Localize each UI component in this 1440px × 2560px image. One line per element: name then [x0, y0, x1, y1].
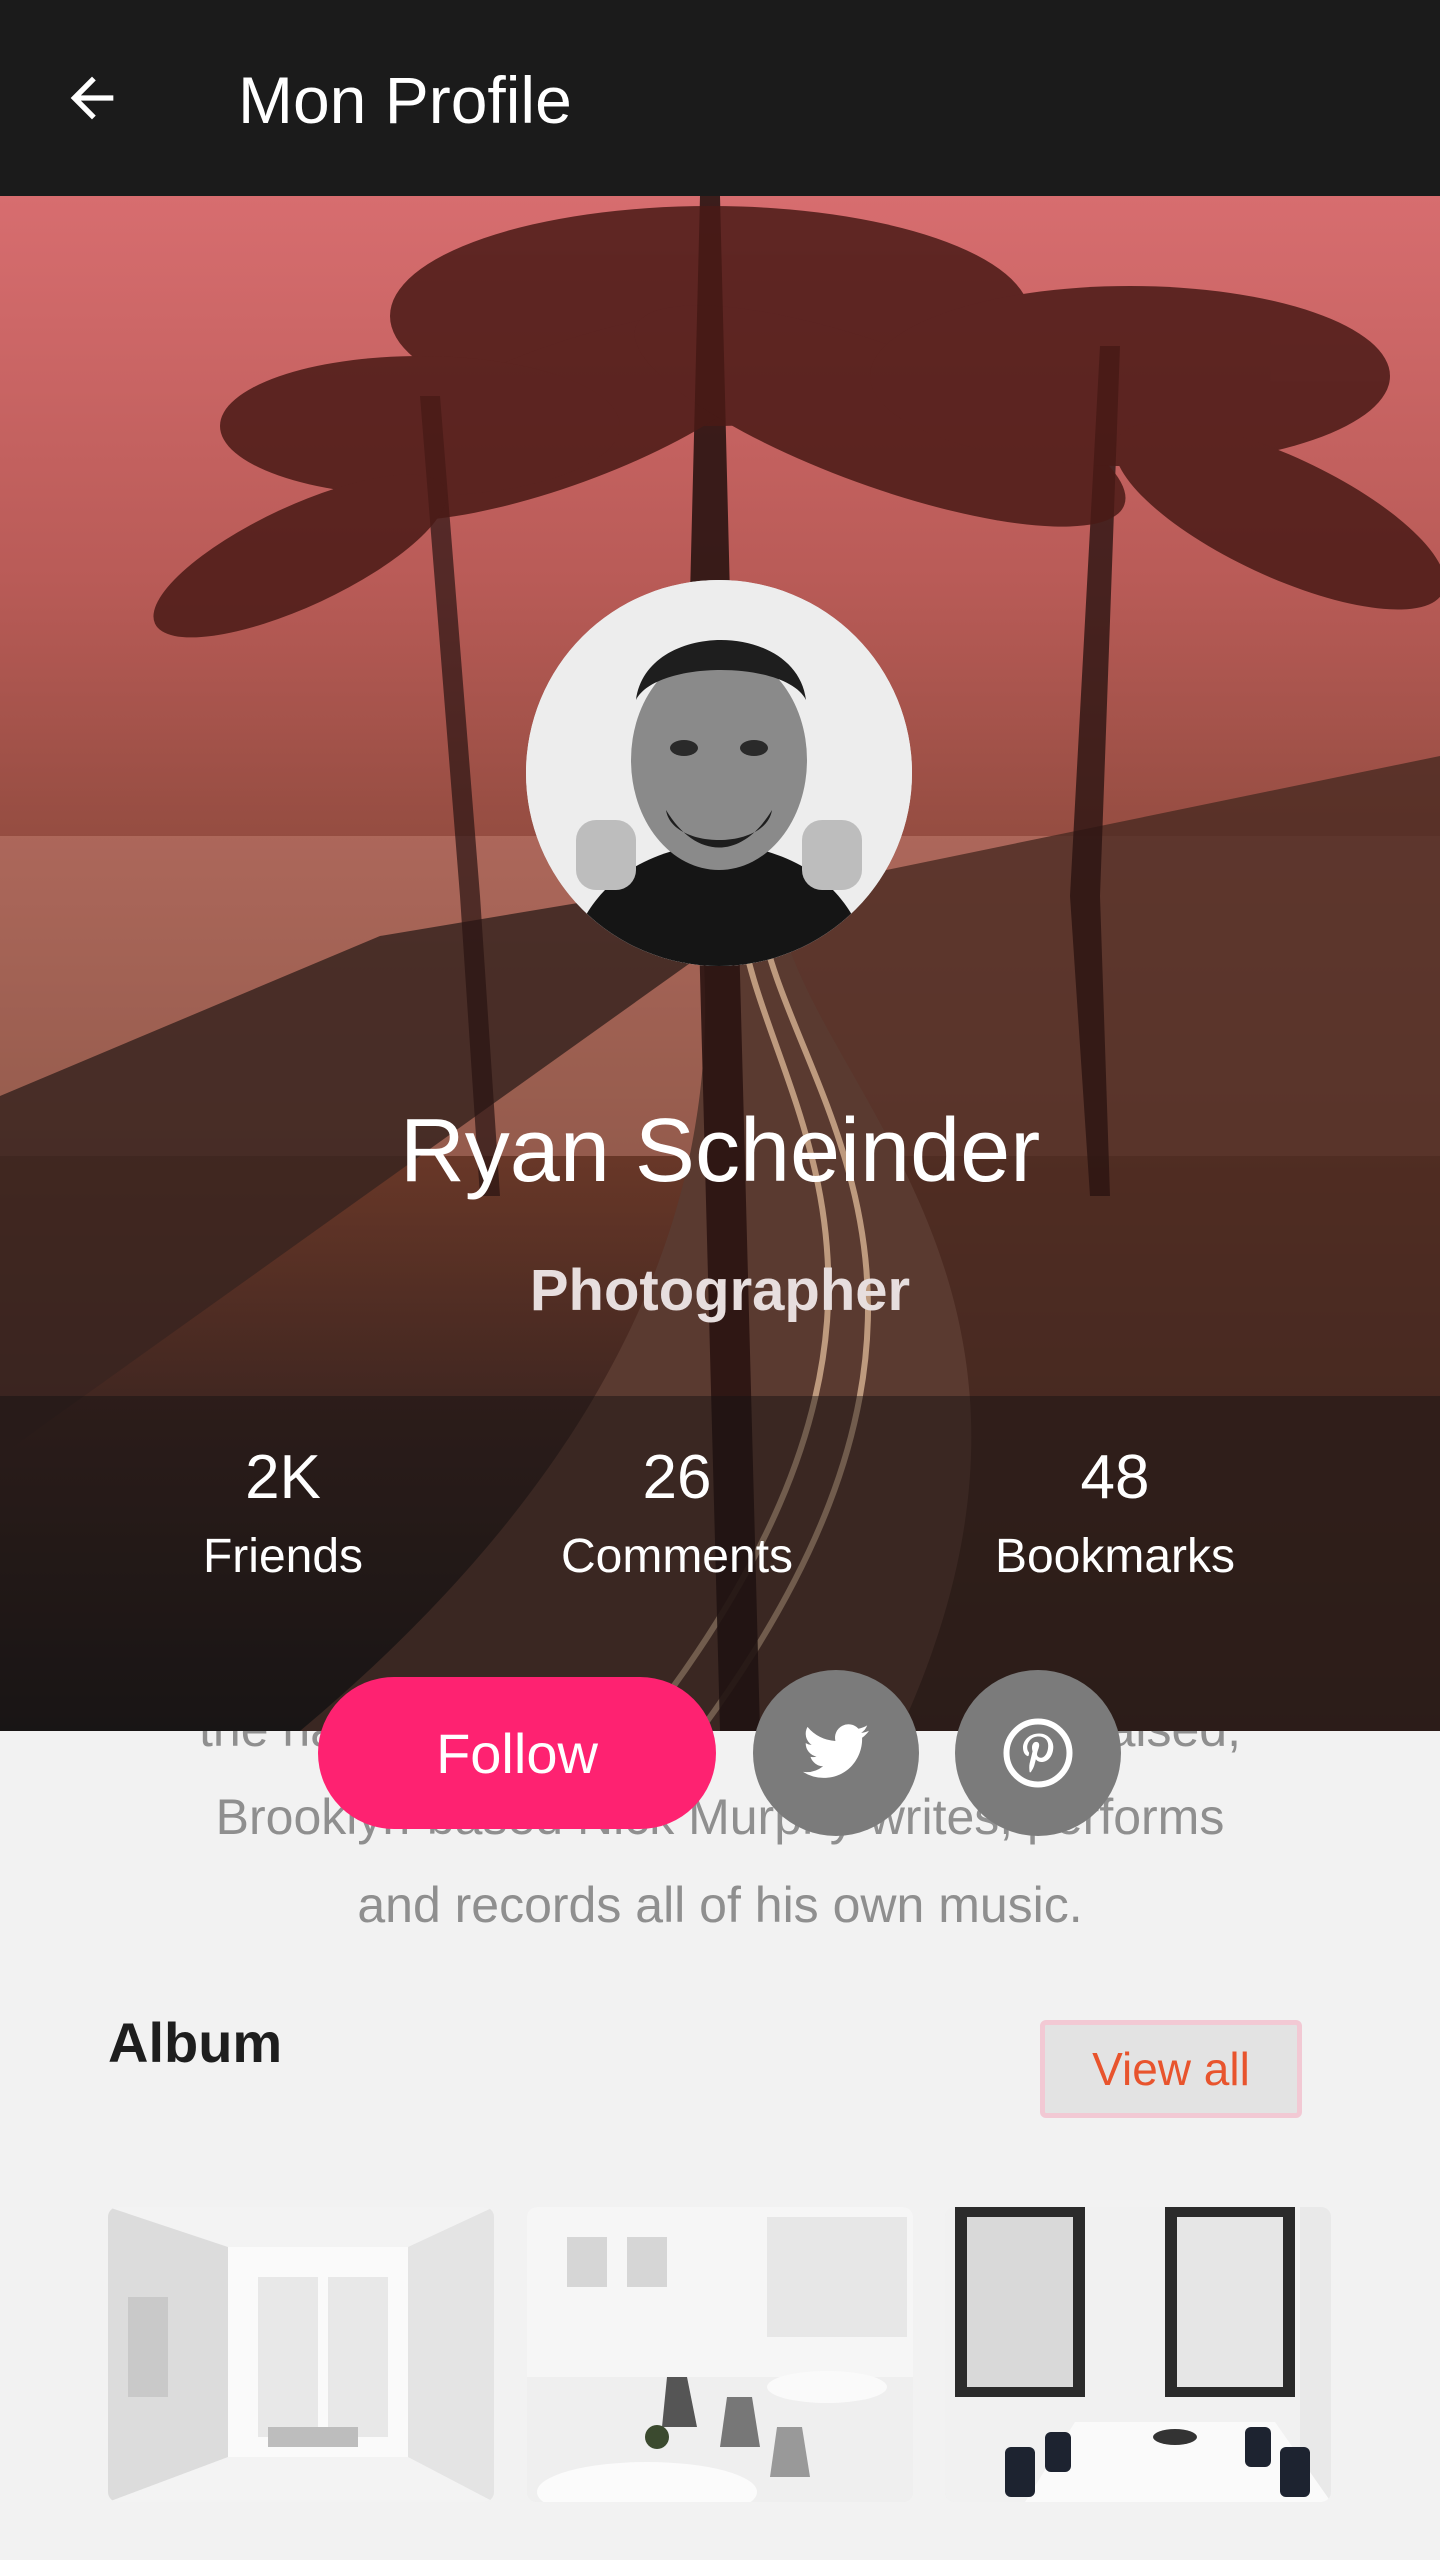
twitter-button[interactable] — [753, 1670, 919, 1836]
view-all-button[interactable]: View all — [1040, 2020, 1302, 2118]
stat-friends[interactable]: 2K Friends — [73, 1441, 493, 1587]
profile-role: Photographer — [529, 1258, 911, 1323]
white-loft-photo — [108, 2207, 494, 2502]
stat-value: 26 — [642, 1443, 712, 1512]
stat-label: Friends — [202, 1530, 364, 1583]
page-title: Mon Profile — [238, 63, 572, 137]
white-cafe-photo — [527, 2207, 913, 2502]
stat-value: 48 — [1080, 1443, 1150, 1512]
pinterest-icon — [1003, 1718, 1073, 1788]
pinterest-button[interactable] — [955, 1670, 1121, 1836]
back-button[interactable] — [40, 50, 144, 146]
stat-label: Bookmarks — [994, 1530, 1236, 1583]
album-thumbnail[interactable] — [108, 2207, 494, 2502]
stat-comments[interactable]: 26 Comments — [467, 1441, 887, 1587]
album-title: Album — [108, 2011, 283, 2074]
bio-line: and records all of his own music. — [357, 1877, 1083, 1933]
arrow-left-icon — [70, 76, 114, 120]
stat-value: 2K — [245, 1443, 321, 1512]
album-thumbnail[interactable] — [945, 2207, 1331, 2502]
stat-bookmarks[interactable]: 48 Bookmarks — [905, 1441, 1325, 1587]
album-thumbnail[interactable] — [527, 2207, 913, 2502]
avatar-photo — [526, 580, 912, 966]
meeting-room-photo — [945, 2207, 1331, 2502]
avatar[interactable] — [526, 580, 912, 966]
app-bar: Mon Profile — [0, 0, 1440, 196]
twitter-icon — [803, 1724, 869, 1778]
bio-line: Brooklyn-based Nick Murphy writes, perfo… — [215, 1789, 1225, 1845]
stat-label: Comments — [560, 1530, 794, 1583]
profile-name: Ryan Scheinder — [399, 1101, 1041, 1201]
profile-cover: Ryan Scheinder Photographer 2K Friends 2… — [0, 196, 1440, 1731]
follow-button[interactable]: Follow — [318, 1677, 716, 1829]
